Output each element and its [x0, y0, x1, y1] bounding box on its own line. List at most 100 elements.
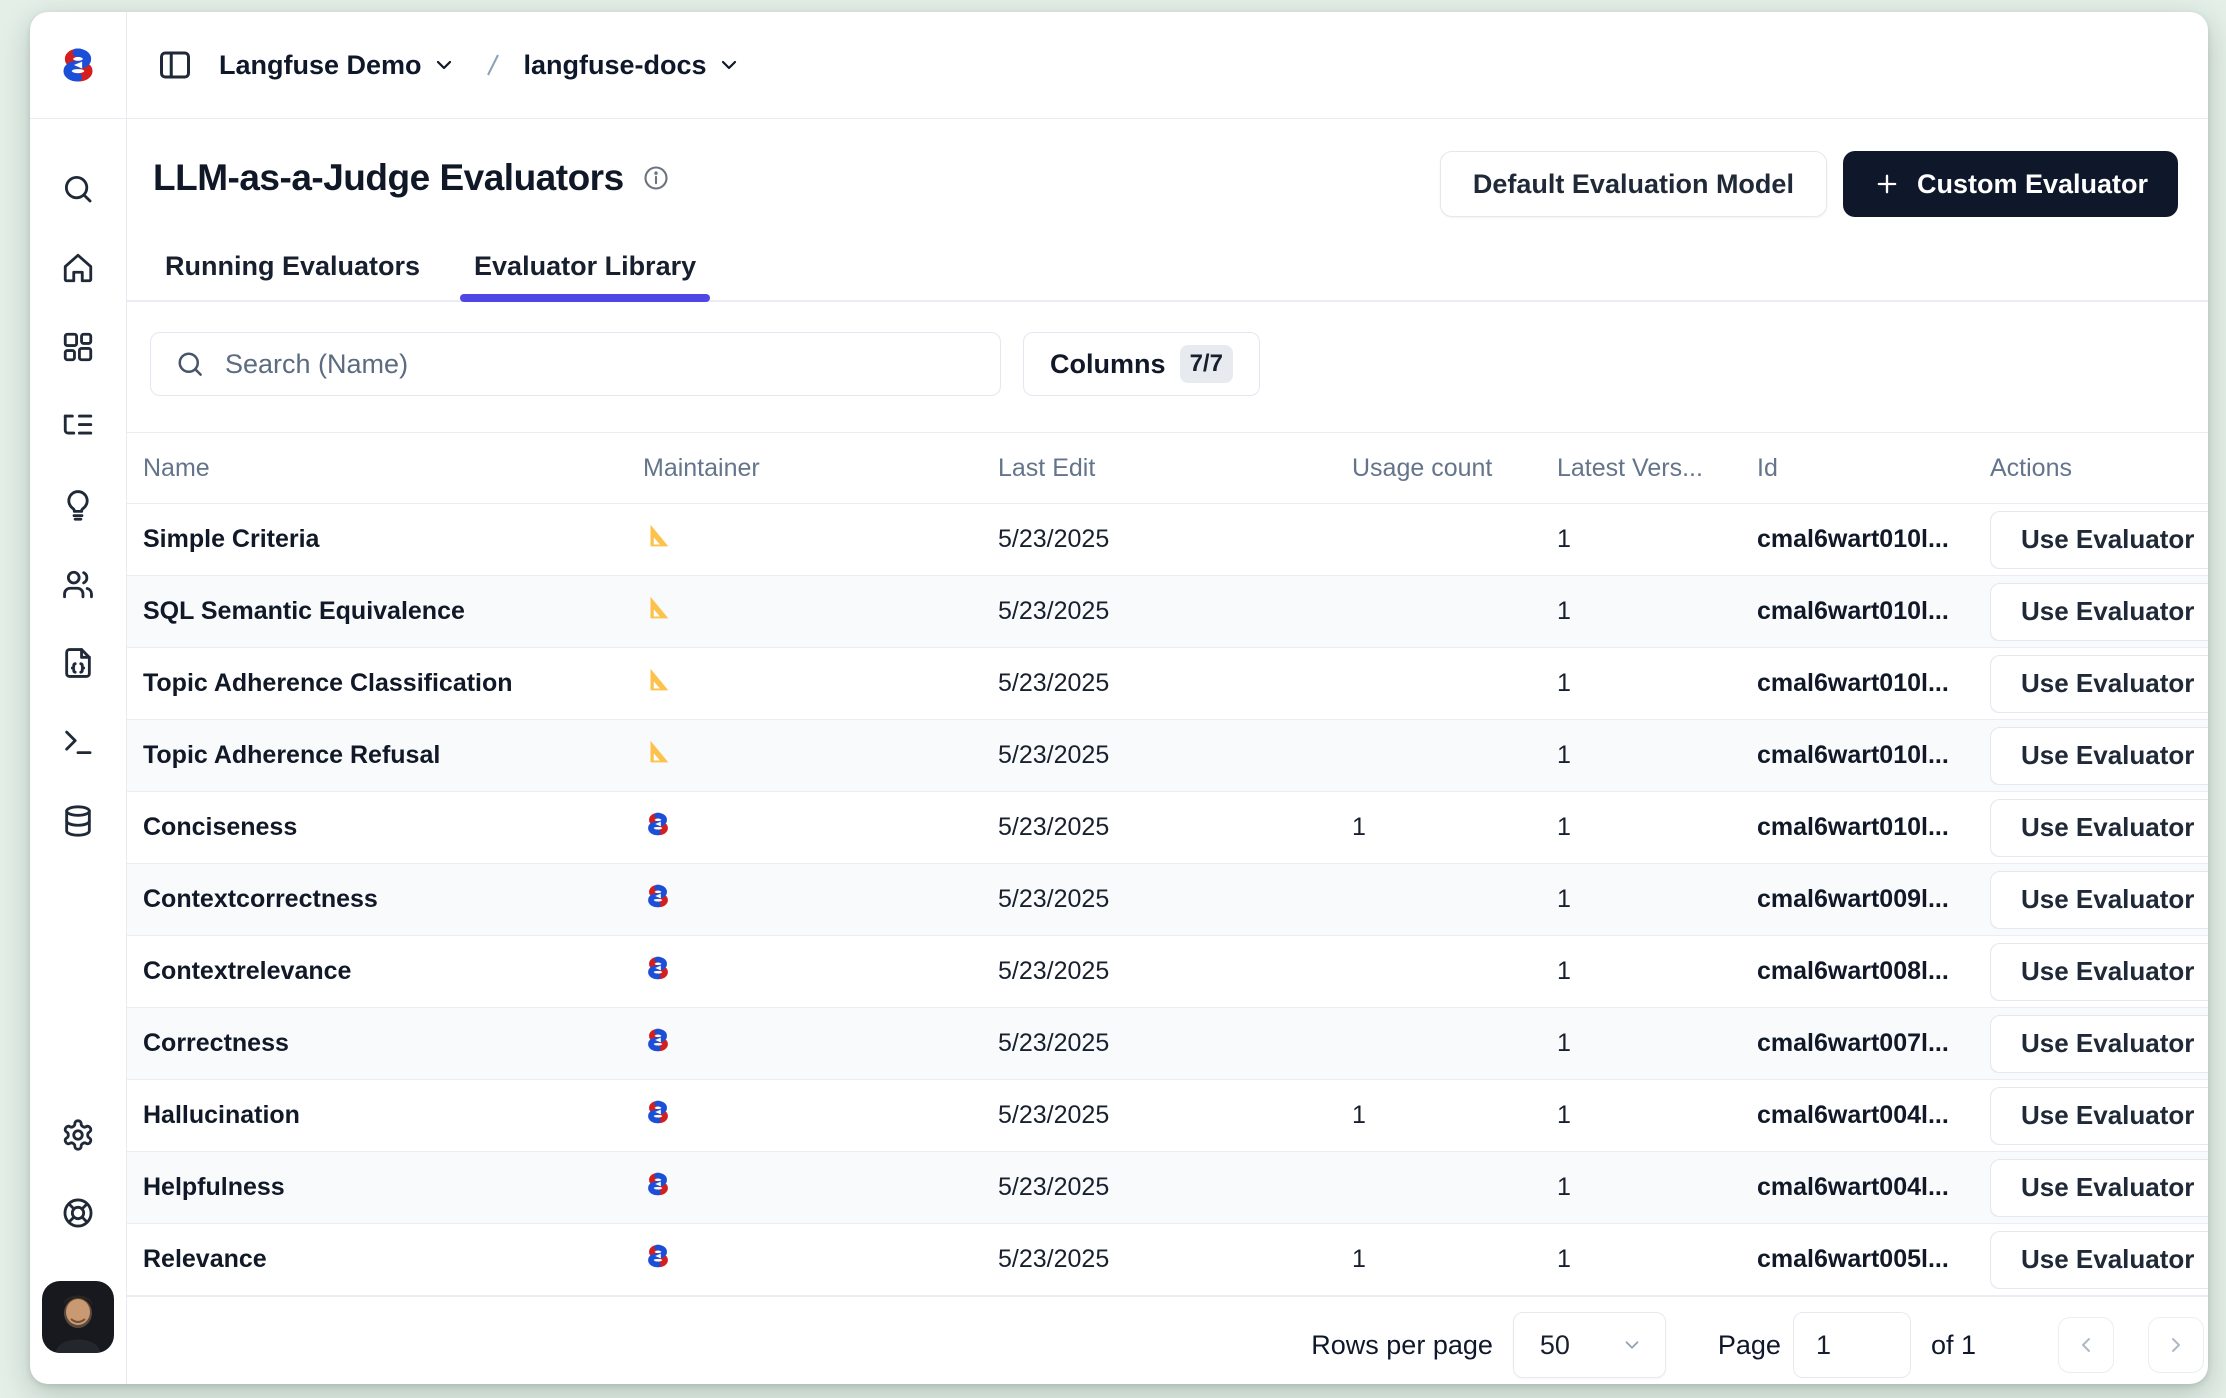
evaluator-id: cmal6wart010l...	[1757, 741, 1990, 770]
last-edit: 5/23/2025	[998, 1101, 1352, 1130]
project-switcher[interactable]: langfuse-docs	[524, 50, 741, 81]
evaluator-name: Topic Adherence Refusal	[127, 741, 643, 770]
page-number-input[interactable]	[1793, 1312, 1911, 1378]
latest-version: 1	[1557, 741, 1757, 770]
evaluator-name: Relevance	[127, 1245, 643, 1274]
sidebar-item-users[interactable]	[58, 564, 98, 604]
langfuse-maintainer-icon	[643, 809, 673, 839]
table-row[interactable]: Contextrelevance 5/23/2025 1 cmal6wart00…	[127, 936, 2208, 1008]
default-evaluation-model-button[interactable]: Default Evaluation Model	[1440, 151, 1827, 217]
use-evaluator-button[interactable]: Use Evaluator	[1990, 1015, 2208, 1073]
search-input[interactable]	[225, 349, 1000, 380]
use-evaluator-button[interactable]: Use Evaluator	[1990, 655, 2208, 713]
pagination-bar: Rows per page 50 Page of 1	[127, 1296, 2208, 1384]
tab-running-evaluators[interactable]: Running Evaluators	[151, 251, 434, 300]
tab-evaluator-library[interactable]: Evaluator Library	[460, 251, 710, 300]
users-icon	[61, 567, 95, 601]
info-icon[interactable]	[642, 164, 670, 192]
last-edit: 5/23/2025	[998, 885, 1352, 914]
latest-version: 1	[1557, 885, 1757, 914]
maintainer-cell	[643, 521, 998, 558]
page-title: LLM-as-a-Judge Evaluators	[153, 157, 624, 199]
sidebar-item-evaluation[interactable]	[58, 643, 98, 683]
table-row[interactable]: Hallucination 5/23/2025 1 1 cmal6wart004…	[127, 1080, 2208, 1152]
use-evaluator-button[interactable]: Use Evaluator	[1990, 871, 2208, 929]
table-header: Name Maintainer Last Edit Usage count La…	[127, 432, 2208, 504]
table-row[interactable]: SQL Semantic Equivalence 5/23/2025 1 cma…	[127, 576, 2208, 648]
custom-evaluator-button[interactable]: Custom Evaluator	[1843, 151, 2178, 217]
evaluator-name: Conciseness	[127, 813, 643, 842]
maintainer-cell	[643, 665, 998, 702]
sidebar-toggle-button[interactable]	[157, 47, 193, 83]
sidebar-item-dashboards[interactable]	[58, 327, 98, 367]
sidebar-item-prompts[interactable]	[58, 485, 98, 525]
ragas-maintainer-icon	[643, 521, 673, 551]
table-row[interactable]: Helpfulness 5/23/2025 1 cmal6wart004l...…	[127, 1152, 2208, 1224]
column-header-usage-count[interactable]: Usage count	[1352, 454, 1557, 483]
tab-bar: Running Evaluators Evaluator Library	[127, 251, 2208, 302]
use-evaluator-button[interactable]: Use Evaluator	[1990, 1231, 2208, 1289]
next-page-button[interactable]	[2148, 1317, 2204, 1373]
use-evaluator-button[interactable]: Use Evaluator	[1990, 799, 2208, 857]
use-evaluator-button[interactable]: Use Evaluator	[1990, 1087, 2208, 1145]
langfuse-maintainer-icon	[643, 1169, 673, 1199]
settings-gear-icon	[61, 1118, 95, 1152]
sidebar-item-search[interactable]	[58, 169, 98, 209]
maintainer-cell	[643, 1169, 998, 1206]
org-name: Langfuse Demo	[219, 50, 422, 81]
last-edit: 5/23/2025	[998, 669, 1352, 698]
chevron-down-icon	[717, 53, 741, 77]
use-evaluator-button[interactable]: Use Evaluator	[1990, 511, 2208, 569]
breadcrumb-slash-icon	[478, 48, 508, 82]
use-evaluator-button[interactable]: Use Evaluator	[1990, 943, 2208, 1001]
use-evaluator-button[interactable]: Use Evaluator	[1990, 727, 2208, 785]
column-header-id[interactable]: Id	[1757, 454, 1990, 483]
latest-version: 1	[1557, 669, 1757, 698]
sidebar-item-support[interactable]	[58, 1193, 98, 1233]
table-row[interactable]: Topic Adherence Refusal 5/23/2025 1 cmal…	[127, 720, 2208, 792]
evaluator-id: cmal6wart010l...	[1757, 597, 1990, 626]
lightbulb-icon	[61, 488, 95, 522]
sidebar-item-playground[interactable]	[58, 722, 98, 762]
last-edit: 5/23/2025	[998, 1245, 1352, 1274]
column-header-name[interactable]: Name	[127, 454, 643, 483]
org-switcher[interactable]: Langfuse Demo	[219, 50, 456, 81]
page-header: LLM-as-a-Judge Evaluators Default Evalua…	[127, 119, 2208, 217]
columns-count-badge: 7/7	[1180, 345, 1233, 383]
usage-count: 1	[1352, 813, 1557, 842]
rows-per-page-select[interactable]: 50	[1513, 1312, 1666, 1378]
sidebar-item-home[interactable]	[58, 248, 98, 288]
use-evaluator-button[interactable]: Use Evaluator	[1990, 583, 2208, 641]
logo-cell	[30, 12, 127, 119]
table-row[interactable]: Relevance 5/23/2025 1 1 cmal6wart005l...…	[127, 1224, 2208, 1296]
sidebar-item-settings[interactable]	[58, 1115, 98, 1155]
search-icon	[175, 349, 205, 379]
sidebar-item-tracing[interactable]	[58, 406, 98, 446]
table-row[interactable]: Correctness 5/23/2025 1 cmal6wart007l...…	[127, 1008, 2208, 1080]
search-box[interactable]	[150, 332, 1001, 396]
table-row[interactable]: Topic Adherence Classification 5/23/2025…	[127, 648, 2208, 720]
maintainer-cell	[643, 809, 998, 846]
sidebar-item-datasets[interactable]	[58, 801, 98, 841]
column-header-maintainer[interactable]: Maintainer	[643, 454, 998, 483]
column-header-last-edit[interactable]: Last Edit	[998, 454, 1352, 483]
usage-count: 1	[1352, 1101, 1557, 1130]
main-content: LLM-as-a-Judge Evaluators Default Evalua…	[127, 119, 2208, 1384]
column-header-latest-version[interactable]: Latest Vers...	[1557, 454, 1757, 483]
evaluator-id: cmal6wart005l...	[1757, 1245, 1990, 1274]
maintainer-cell	[643, 1097, 998, 1134]
rows-per-page-label: Rows per page	[1311, 1330, 1493, 1361]
use-evaluator-button[interactable]: Use Evaluator	[1990, 1159, 2208, 1217]
evaluator-id: cmal6wart010l...	[1757, 525, 1990, 554]
columns-label: Columns	[1050, 349, 1166, 380]
last-edit: 5/23/2025	[998, 1173, 1352, 1202]
table-row[interactable]: Simple Criteria 5/23/2025 1 cmal6wart010…	[127, 504, 2208, 576]
table-row[interactable]: Conciseness 5/23/2025 1 1 cmal6wart010l.…	[127, 792, 2208, 864]
langfuse-maintainer-icon	[643, 881, 673, 911]
search-icon	[61, 172, 95, 206]
columns-button[interactable]: Columns 7/7	[1023, 332, 1260, 396]
previous-page-button[interactable]	[2058, 1317, 2114, 1373]
user-avatar[interactable]	[42, 1281, 114, 1353]
latest-version: 1	[1557, 813, 1757, 842]
table-row[interactable]: Contextcorrectness 5/23/2025 1 cmal6wart…	[127, 864, 2208, 936]
